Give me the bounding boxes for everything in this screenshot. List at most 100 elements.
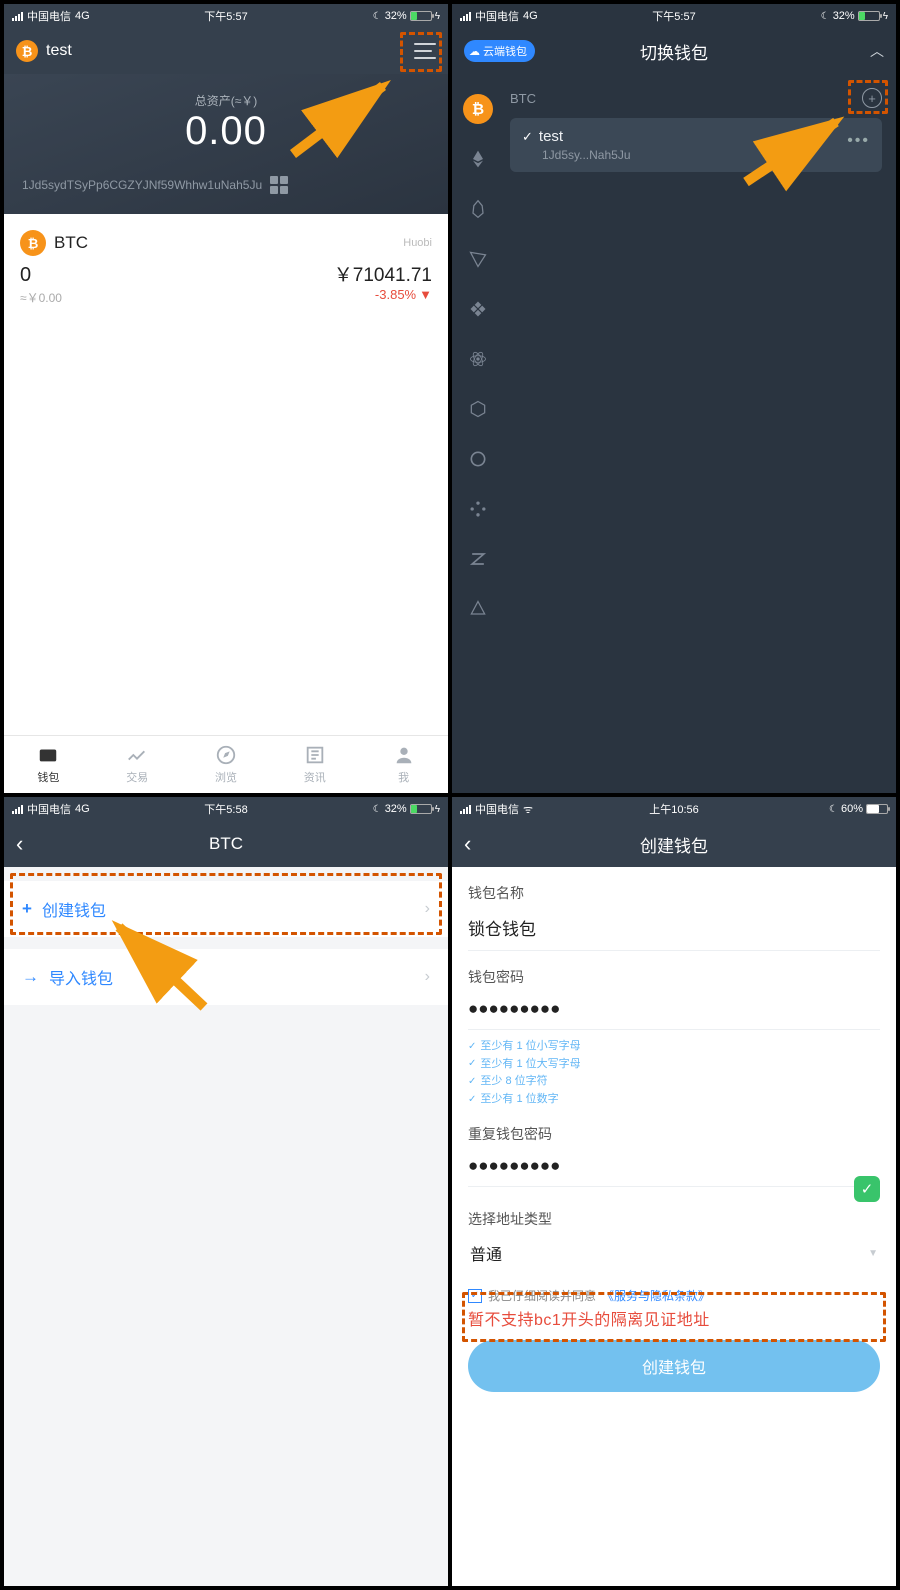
rail-item-dot[interactable]	[463, 494, 493, 524]
rail-item-iost[interactable]	[463, 394, 493, 424]
back-button[interactable]: ‹	[464, 831, 479, 857]
warning-text: 暂不支持bc1开头的隔离见证地址	[468, 1306, 880, 1330]
moon-icon: ☾	[829, 804, 838, 815]
token-price: ￥71041.71	[334, 260, 432, 287]
wallet-address[interactable]: 1Jd5sydTSyPp6CGZYJNf59Whhw1uNah5Ju	[22, 178, 262, 192]
bitcoin-icon: ₿	[20, 230, 46, 256]
wallet-title: test	[46, 42, 72, 60]
moon-icon: ☾	[821, 11, 830, 22]
qrcode-icon[interactable]	[270, 176, 288, 194]
input-confirm-password[interactable]: ●●●●●●●●● ✓	[468, 1144, 880, 1187]
label-password: 钱包密码	[468, 967, 880, 987]
cloud-icon: ☁	[469, 45, 480, 58]
navbar: ₿ test	[4, 28, 448, 74]
chevron-up-icon[interactable]: ︿	[870, 43, 884, 59]
rail-item-btc[interactable]: ₿	[463, 94, 493, 124]
status-bar: 中国电信 4G 下午5:58 ☾ 32% ϟ	[4, 797, 448, 821]
network-label: 4G	[75, 803, 90, 815]
network-label: 4G	[75, 10, 90, 22]
tab-label: 资讯	[304, 769, 326, 785]
wallet-card[interactable]: ✓ test 1Jd5sy...Nah5Ju •••	[510, 118, 882, 172]
tab-trade[interactable]: 交易	[93, 736, 182, 793]
wallet-icon	[37, 744, 59, 766]
back-button[interactable]: ‹	[16, 831, 31, 857]
token-amount: 0	[20, 264, 62, 287]
navbar: ☁ 云端钱包 切换钱包 ︿	[452, 28, 896, 74]
terms-text: 我已仔细阅读并同意	[488, 1287, 596, 1304]
input-password[interactable]: ●●●●●●●●●	[468, 987, 880, 1030]
navbar: ‹ 创建钱包	[452, 821, 896, 867]
rail-item-atom[interactable]	[463, 344, 493, 374]
rail-item-more[interactable]	[463, 594, 493, 624]
arrow-right-icon: →	[22, 967, 39, 987]
tab-me[interactable]: 我	[359, 736, 448, 793]
plus-icon: +	[22, 899, 32, 919]
checkbox-icon[interactable]: ✓	[468, 1289, 482, 1303]
row-label: 创建钱包	[42, 897, 106, 921]
token-change: -3.85%▼	[334, 287, 432, 302]
rule-item: 至少有 1 位小写字母	[468, 1038, 880, 1056]
carrier-label: 中国电信	[27, 8, 71, 24]
terms-link[interactable]: 《服务与隐私条款》	[602, 1287, 710, 1304]
signal-icon	[12, 11, 23, 21]
status-bar: 中国电信 4G 下午5:57 ☾ 32% ϟ	[4, 4, 448, 28]
rail-item-zil[interactable]	[463, 544, 493, 574]
carrier-label: 中国电信	[475, 8, 519, 24]
compass-icon	[215, 744, 237, 766]
chart-icon	[126, 744, 148, 766]
rail-item-eth[interactable]	[463, 144, 493, 174]
wallet-short-address: 1Jd5sy...Nah5Ju	[542, 148, 870, 162]
terms-row[interactable]: ✓ 我已仔细阅读并同意 《服务与隐私条款》	[468, 1287, 880, 1304]
token-row[interactable]: ₿ BTC Huobi 0 ≈￥0.00 ￥71041.71 -3.85%▼	[20, 230, 432, 306]
cloud-wallet-badge[interactable]: ☁ 云端钱包	[464, 40, 535, 62]
rail-item-ont[interactable]	[463, 444, 493, 474]
select-address-type[interactable]: 普通 ▼	[468, 1229, 880, 1277]
battery-icon	[410, 11, 432, 21]
tab-label: 我	[398, 769, 409, 785]
rule-item: 至少 8 位字符	[468, 1073, 880, 1091]
tab-bar: 钱包 交易 浏览 资讯 我	[4, 735, 448, 793]
balance-hero: 总资产(≈￥) 0.00 1Jd5sydTSyPp6CGZYJNf59Whhw1…	[4, 74, 448, 214]
battery-icon	[410, 804, 432, 814]
clock-label: 下午5:57	[652, 8, 695, 24]
tab-news[interactable]: 资讯	[270, 736, 359, 793]
menu-icon[interactable]	[414, 43, 436, 59]
moon-icon: ☾	[373, 804, 382, 815]
create-wallet-row[interactable]: + 创建钱包 ›	[4, 881, 448, 937]
label-address-type: 选择地址类型	[468, 1209, 880, 1229]
tab-browse[interactable]: 浏览	[182, 736, 271, 793]
password-rules: 至少有 1 位小写字母 至少有 1 位大写字母 至少 8 位字符 至少有 1 位…	[468, 1038, 880, 1108]
caret-down-icon: ▼	[419, 287, 432, 302]
tab-label: 交易	[126, 769, 148, 785]
battery-icon	[858, 11, 880, 21]
bitcoin-icon: ₿	[16, 40, 38, 62]
battery-icon	[866, 804, 888, 814]
tab-wallet[interactable]: 钱包	[4, 736, 93, 793]
clock-label: 下午5:58	[204, 801, 247, 817]
clock-label: 下午5:57	[204, 8, 247, 24]
carrier-label: 中国电信	[27, 801, 71, 817]
rail-item-trx[interactable]	[463, 244, 493, 274]
signal-icon	[460, 11, 471, 21]
check-icon: ✓	[522, 129, 533, 145]
coin-rail: ₿	[452, 74, 504, 793]
token-symbol: BTC	[54, 233, 88, 253]
more-icon[interactable]: •••	[847, 132, 870, 150]
charging-icon: ϟ	[883, 11, 888, 22]
page-title: BTC	[4, 834, 448, 854]
import-wallet-row[interactable]: → 导入钱包 ›	[4, 949, 448, 1005]
create-wallet-button[interactable]: 创建钱包	[468, 1340, 880, 1392]
status-bar: 中国电信 ᯤ 上午10:56 ☾ 60%	[452, 797, 896, 821]
row-label: 导入钱包	[49, 965, 113, 989]
select-value: 普通	[470, 1241, 502, 1265]
rail-item-bnb[interactable]	[463, 294, 493, 324]
rail-item-eos[interactable]	[463, 194, 493, 224]
wallet-name: test	[539, 128, 563, 145]
add-wallet-button[interactable]: +	[862, 88, 882, 108]
status-bar: 中国电信 4G 下午5:57 ☾ 32% ϟ	[452, 4, 896, 28]
input-wallet-name[interactable]: 锁仓钱包	[468, 903, 880, 951]
signal-icon	[460, 804, 471, 814]
rule-item: 至少有 1 位大写字母	[468, 1056, 880, 1074]
navbar: ‹ BTC	[4, 821, 448, 867]
page-title: 创建钱包	[452, 832, 896, 857]
